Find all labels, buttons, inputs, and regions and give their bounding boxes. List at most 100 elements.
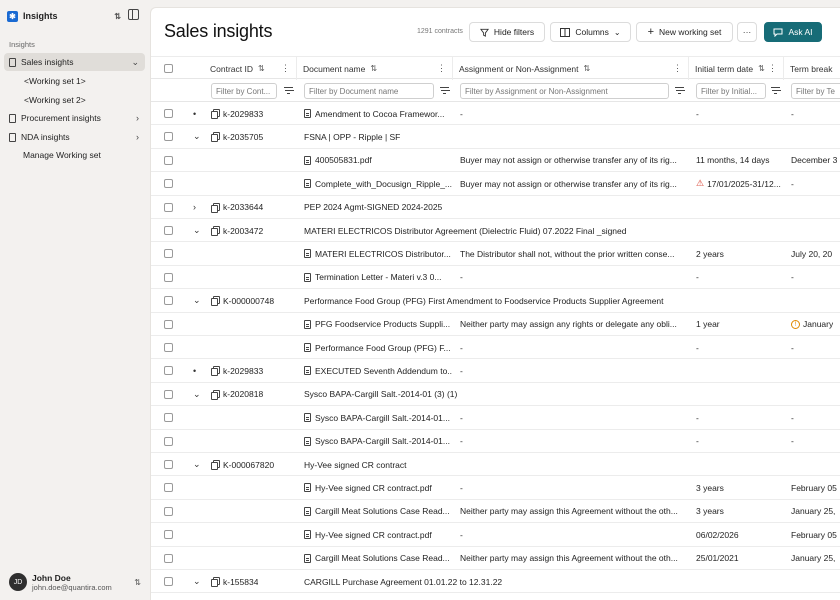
chevron-right-icon[interactable]: › [193, 196, 196, 219]
document-name-cell[interactable]: Amendment to Cocoa Framewor... [304, 102, 444, 125]
table-row[interactable]: ⌄ k-155834 CARGILL Purchase Agreement 01.0… [151, 570, 840, 594]
header-term-break[interactable]: Term break [784, 57, 840, 80]
table-row[interactable]: ⌄ k-2035705 FSNA | OPP - Ripple | SF [151, 125, 840, 149]
document-name-cell[interactable]: Performance Food Group (PFG) First Amend… [304, 289, 664, 312]
table-row[interactable]: • k-2029833 Amendment to Cocoa Framewor...… [151, 102, 840, 126]
sidebar-item-procurement-insights[interactable]: Procurement insights › [4, 109, 145, 127]
document-name-cell[interactable]: Termination Letter - Materi v.3 0... [304, 266, 441, 289]
document-name-cell[interactable]: PEP 2024 Agmt-SIGNED 2024-2025 [304, 196, 442, 219]
document-name-cell[interactable]: Performance Food Group (PFG) F... [304, 336, 451, 359]
ask-ai-button[interactable]: Ask AI [764, 22, 822, 42]
filter-icon[interactable] [771, 87, 780, 95]
sort-icon[interactable]: ⇅ [584, 64, 591, 73]
chevron-down-icon[interactable]: ⌄ [193, 289, 201, 312]
column-menu-icon[interactable]: ⋮ [768, 63, 777, 74]
row-checkbox[interactable] [164, 226, 173, 235]
table-row[interactable]: Hy-Vee signed CR contract.pdf - 3 years Feb… [151, 476, 840, 500]
table-row[interactable]: › k-2033644 PEP 2024 Agmt-SIGNED 2024-2025 [151, 196, 840, 219]
user-menu[interactable]: JD John Doe john.doe@quantira.com ⇅ [9, 571, 141, 593]
row-checkbox[interactable] [164, 553, 173, 563]
table-row[interactable]: 400505831.pdf Buyer may not assign or oth… [151, 149, 840, 173]
row-checkbox[interactable] [164, 202, 173, 212]
column-menu-icon[interactable]: ⋮ [437, 63, 446, 74]
sort-icon[interactable]: ⇅ [758, 64, 765, 73]
sidebar-item-working-set-2[interactable]: <Working set 2> [24, 95, 86, 105]
document-name-cell[interactable]: EXECUTED Seventh Addendum to... [304, 359, 452, 382]
filter-icon[interactable] [440, 87, 449, 95]
copy-icon[interactable] [211, 132, 220, 143]
document-name-cell[interactable]: Hy-Vee signed CR contract.pdf [304, 476, 432, 499]
row-checkbox[interactable] [164, 413, 173, 423]
copy-icon[interactable] [211, 577, 220, 587]
chevron-right-icon[interactable]: › [136, 132, 139, 142]
row-checkbox[interactable] [164, 436, 173, 446]
chevron-down-icon[interactable]: ⌄ [193, 383, 201, 406]
document-name-cell[interactable]: Hy-Vee signed CR contract [304, 453, 407, 476]
table-row[interactable]: Complete_with_Docusign_Ripple_... Buyer m… [151, 172, 840, 196]
chevron-down-icon[interactable]: ⌄ [193, 219, 201, 242]
header-document-name[interactable]: Document name ⇅ ⋮ [297, 57, 453, 80]
table-row[interactable]: • k-2029833 EXECUTED Seventh Addendum to..… [151, 359, 840, 383]
sidebar-toggle-icon[interactable] [128, 9, 139, 20]
chevron-down-icon[interactable]: ⌄ [193, 125, 201, 148]
app-switcher[interactable]: ✱ Insights ⇅ [7, 7, 121, 25]
document-name-cell[interactable]: MATERI ELECTRICOS Distributor... [304, 242, 451, 265]
filter-assignment-input[interactable]: Filter by Assignment or Non-Assignment [460, 83, 669, 99]
table-row[interactable]: ⌄ K-000067820 Hy-Vee signed CR contract [151, 453, 840, 477]
more-options-button[interactable]: ··· [737, 22, 757, 42]
document-name-cell[interactable]: Sysco BAPA-Cargill Salt.-2014-01 (3) (1) [304, 383, 457, 406]
chevron-down-icon[interactable]: ⌄ [131, 57, 139, 68]
document-name-cell[interactable]: Cargill Meat Solutions Case Read... [304, 547, 450, 570]
header-initial-term-date[interactable]: Initial term date ⇅ ⋮ [689, 57, 784, 80]
row-checkbox[interactable] [164, 343, 173, 352]
columns-button[interactable]: Columns ⌄ [550, 22, 631, 42]
sort-icon[interactable]: ⇅ [258, 64, 265, 73]
select-all-checkbox[interactable] [164, 64, 173, 73]
sidebar-item-nda-insights[interactable]: NDA insights › [4, 128, 145, 146]
row-checkbox[interactable] [164, 296, 173, 306]
document-name-cell[interactable]: 400505831.pdf [304, 149, 372, 172]
table-row[interactable]: MATERI ELECTRICOS Distributor... The Dist… [151, 242, 840, 266]
table-row[interactable]: Cargill Meat Solutions Case Read... Neith… [151, 500, 840, 524]
document-name-cell[interactable]: PFG Foodservice Products Suppli... [304, 313, 450, 336]
new-working-set-button[interactable]: + New working set [636, 22, 733, 42]
filter-term-break-input[interactable]: Filter by Te [791, 83, 840, 99]
header-contract-id[interactable]: Contract ID ⇅ ⋮ [204, 57, 297, 80]
document-name-cell[interactable]: Cargill Meat Solutions Case Read... [304, 500, 450, 523]
table-row[interactable]: Performance Food Group (PFG) F... - - - [151, 336, 840, 360]
row-checkbox[interactable] [164, 109, 173, 118]
sort-icon[interactable]: ⇅ [370, 64, 377, 73]
row-checkbox[interactable] [164, 530, 173, 540]
row-checkbox[interactable] [164, 155, 173, 165]
filter-contract-id-input[interactable]: Filter by Cont... [211, 83, 277, 99]
document-name-cell[interactable]: MATERI ELECTRICOS Distributor Agreement … [304, 219, 627, 242]
copy-icon[interactable] [211, 109, 220, 119]
table-row[interactable]: ⌄ K-000000748 Performance Food Group (PFG)… [151, 289, 840, 313]
table-row[interactable]: PFG Foodservice Products Suppli... Neithe… [151, 313, 840, 336]
chevron-down-icon[interactable]: ⌄ [193, 453, 201, 476]
chevron-right-icon[interactable]: › [136, 113, 139, 123]
document-name-cell[interactable]: Sysco BAPA-Cargill Salt.-2014-01... [304, 406, 450, 429]
table-row[interactable]: ⌄ k-2020818 Sysco BAPA-Cargill Salt.-2014-… [151, 383, 840, 407]
table-row[interactable]: Sysco BAPA-Cargill Salt.-2014-01... - - - [151, 406, 840, 430]
row-checkbox[interactable] [164, 366, 173, 376]
chevron-down-icon[interactable]: ⌄ [193, 570, 201, 593]
copy-icon[interactable] [211, 226, 220, 236]
table-row[interactable]: Sysco BAPA-Cargill Salt.-2014-01... - - - [151, 430, 840, 453]
copy-icon[interactable] [211, 460, 220, 470]
table-row[interactable]: Cargill Meat Solutions Case Read... Neith… [151, 547, 840, 570]
copy-icon[interactable] [211, 296, 220, 307]
filter-initial-term-input[interactable]: Filter by Initial... [696, 83, 766, 99]
filter-document-name-input[interactable]: Filter by Document name [304, 83, 434, 99]
copy-icon[interactable] [211, 389, 220, 400]
document-name-cell[interactable]: Sysco BAPA-Cargill Salt.-2014-01... [304, 430, 450, 453]
row-checkbox[interactable] [164, 460, 173, 469]
row-checkbox[interactable] [164, 179, 173, 189]
sidebar-item-sales-insights[interactable]: Sales insights ⌄ [4, 53, 145, 71]
row-checkbox[interactable] [164, 272, 173, 282]
row-checkbox[interactable] [164, 483, 173, 493]
table-row[interactable]: Hy-Vee signed CR contract.pdf - 06/02/2026… [151, 523, 840, 547]
table-row[interactable]: Termination Letter - Materi v.3 0... - - - [151, 266, 840, 290]
sidebar-item-working-set-1[interactable]: <Working set 1> [24, 76, 86, 86]
table-row[interactable]: ⌄ k-2003472 MATERI ELECTRICOS Distributor … [151, 219, 840, 243]
